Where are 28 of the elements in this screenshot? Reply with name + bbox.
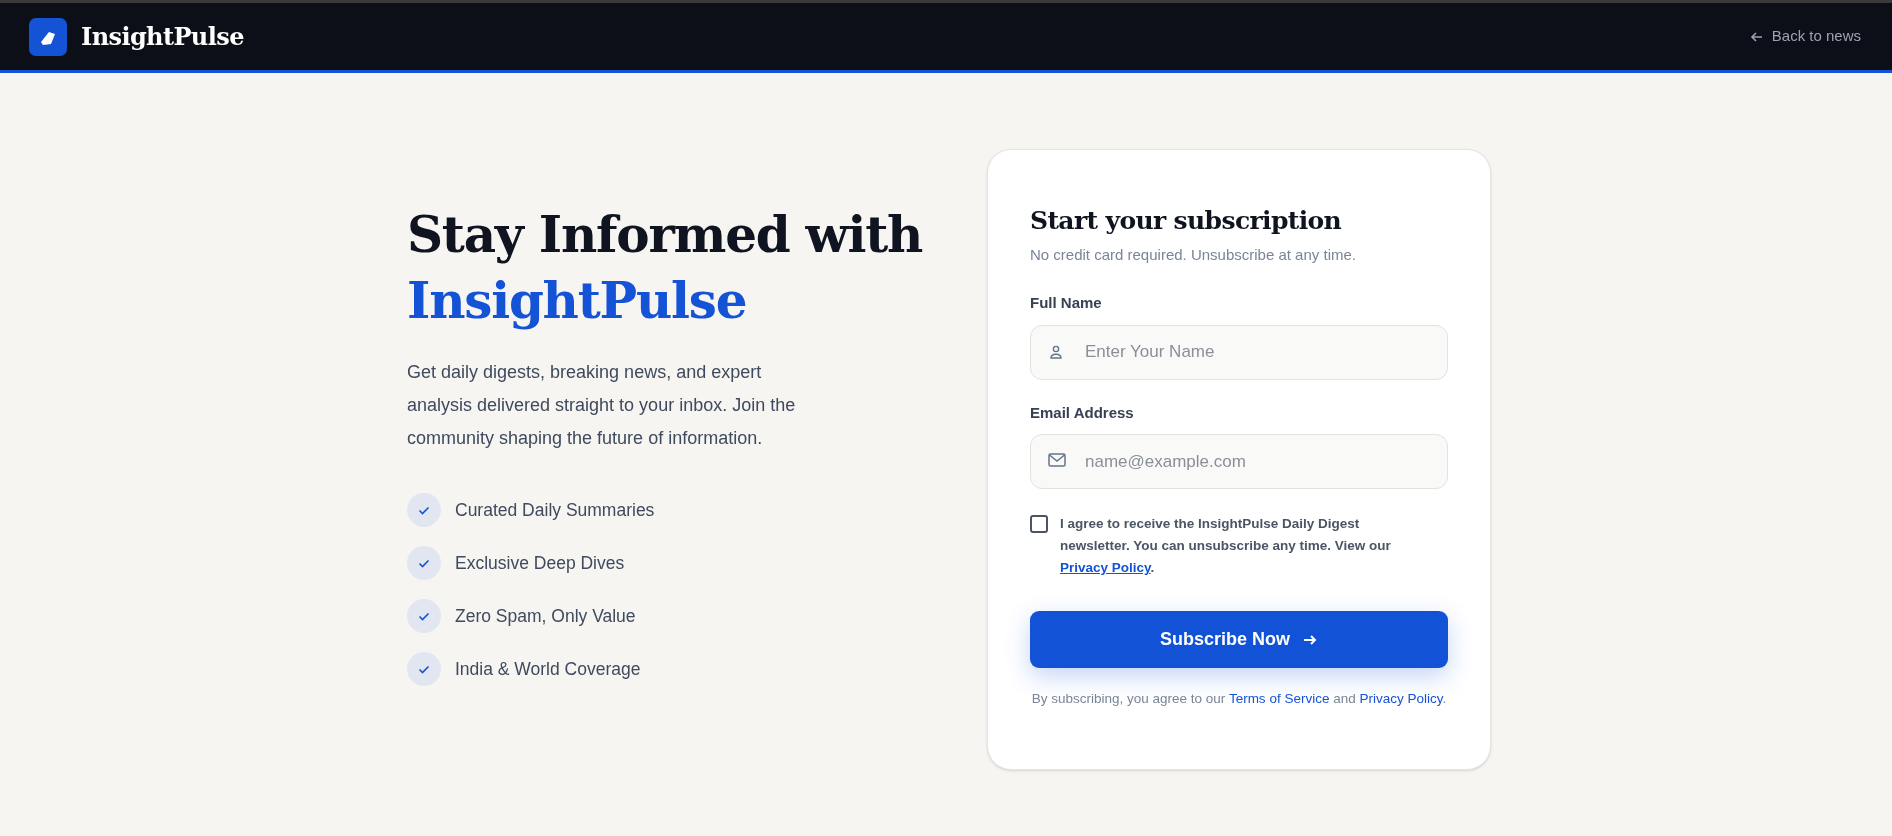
back-link[interactable]: Back to news xyxy=(1749,25,1861,48)
form-title: Start your subscription xyxy=(1030,205,1343,237)
check-icon xyxy=(407,599,441,633)
mail-icon xyxy=(1048,453,1066,467)
check-icon xyxy=(407,546,441,580)
name-field[interactable]: Enter Your Name xyxy=(1030,324,1448,380)
feature-label: India & World Coverage xyxy=(455,657,641,681)
feature-label: Curated Daily Summaries xyxy=(455,498,655,522)
consent-checkbox[interactable] xyxy=(1030,515,1048,533)
terms-text: By subscribing, you agree to our Terms of Service and Privacy Policy. xyxy=(1030,690,1448,708)
person-icon xyxy=(1048,343,1064,360)
arrow-left-icon xyxy=(1749,29,1764,44)
terms-link[interactable]: Terms of Service xyxy=(1228,691,1330,706)
brand-name: InsightPulse xyxy=(81,20,244,53)
field-label: Full Name xyxy=(1030,293,1103,313)
privacy-link[interactable]: Privacy Policy xyxy=(1060,560,1151,575)
logo-icon xyxy=(29,17,67,56)
hero-description: Get daily digests, breaking news, and expert analysis delivered straight to your inbox. Join the community shaping the future of information. xyxy=(407,361,797,450)
check-icon xyxy=(407,493,441,527)
email-field[interactable]: name@example.com xyxy=(1030,434,1448,489)
subscribe-button[interactable]: Subscribe Now xyxy=(1030,611,1448,668)
feature-label: Exclusive Deep Dives xyxy=(455,551,625,575)
feature-label: Zero Spam, Only Value xyxy=(455,604,636,628)
hero-heading: Stay Informed with InsightPulse xyxy=(407,204,924,332)
form-subtitle: No credit card required. Unsubscribe at any time. xyxy=(1030,244,1357,265)
consent-text: I agree to receive the InsightPulse Daily Digest newsletter. You can unsubscribe any time. View our Privacy Policy. xyxy=(1060,515,1392,577)
check-icon xyxy=(407,652,441,686)
field-label: Email Address xyxy=(1030,402,1135,423)
